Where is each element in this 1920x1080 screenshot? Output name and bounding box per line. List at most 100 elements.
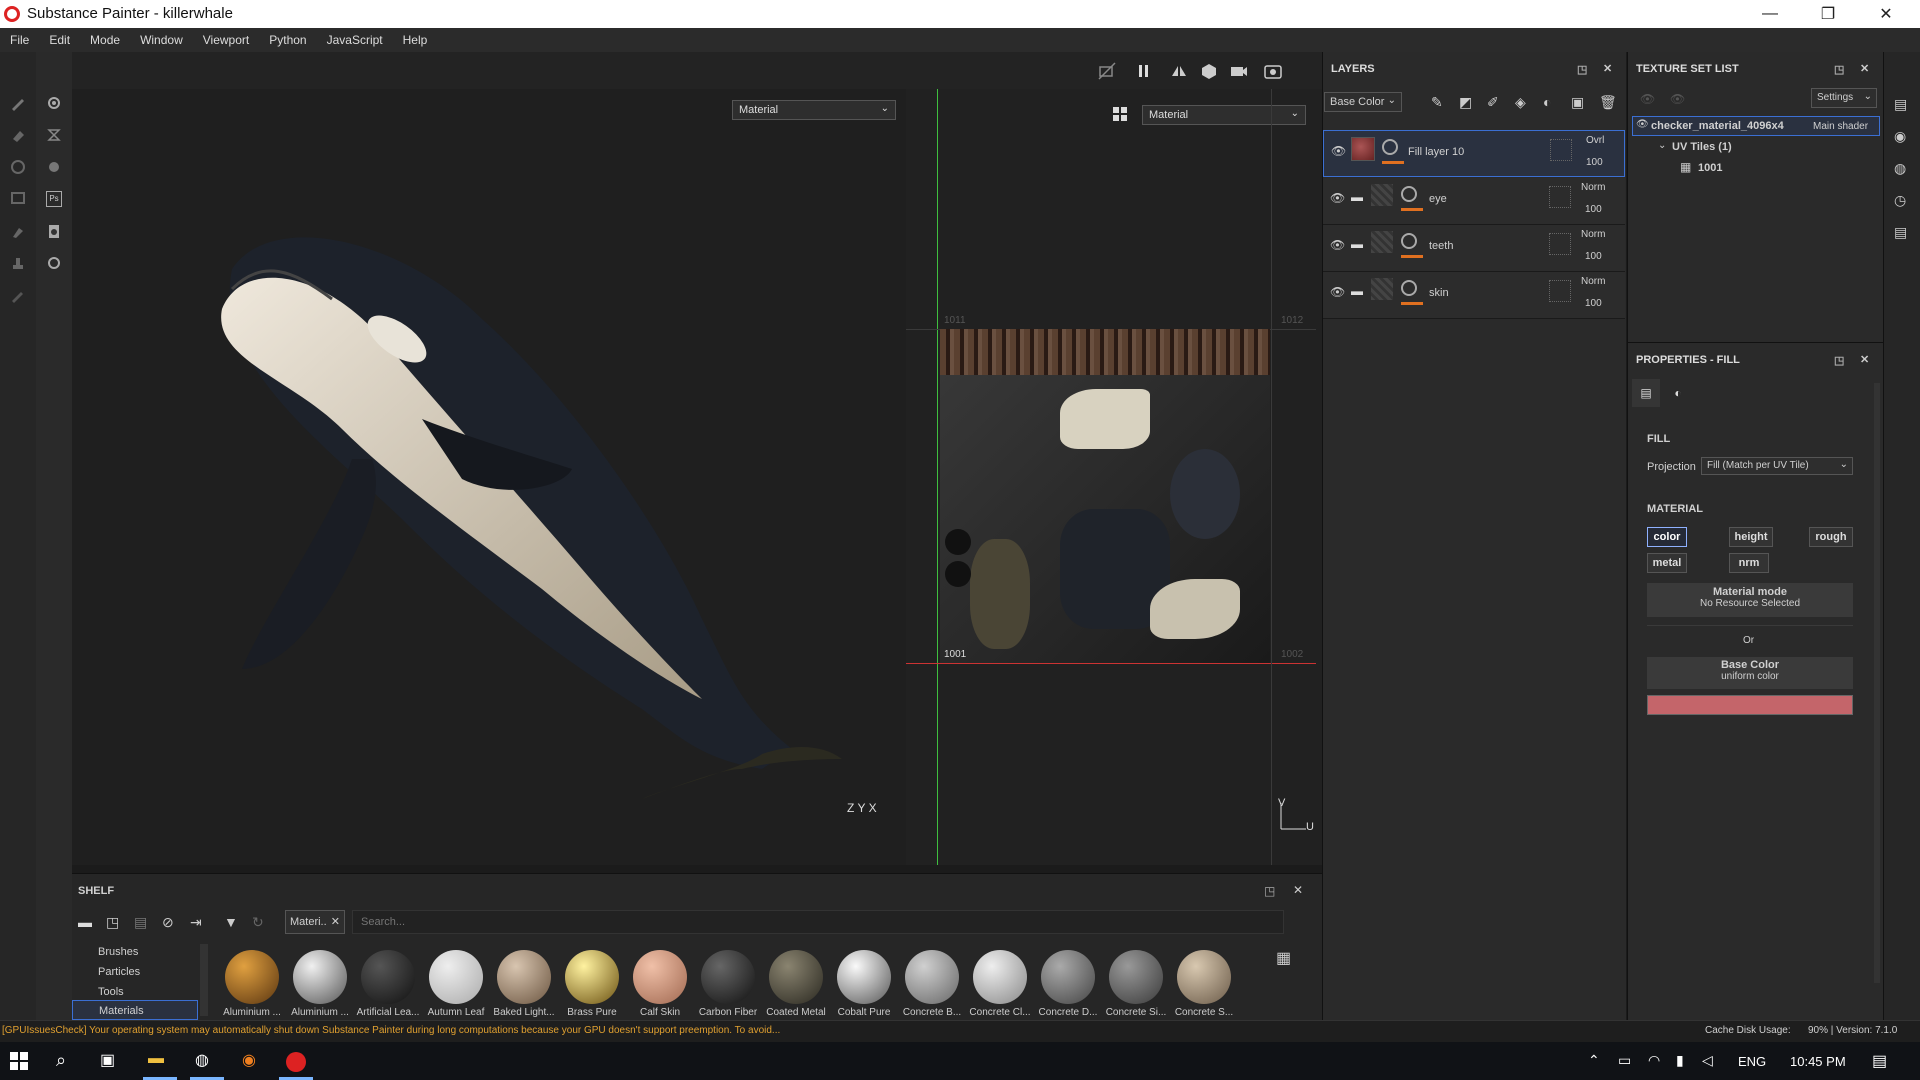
material-thumbnail[interactable]: Brass Pure — [558, 950, 626, 1018]
material-thumbnail[interactable]: Baked Light... — [490, 950, 558, 1018]
channel-nrm-button[interactable]: nrm — [1729, 553, 1769, 573]
blend-mode-dropdown[interactable]: Norm — [1581, 182, 1605, 193]
clone-stamp-icon[interactable] — [7, 252, 29, 274]
task-view-icon[interactable]: ▣ — [100, 1050, 115, 1070]
close-panel-icon[interactable]: ✕ — [1860, 62, 1869, 75]
opacity-value[interactable]: 100 — [1585, 204, 1602, 215]
eye-icon[interactable]: 👁 — [1330, 238, 1345, 252]
material-thumbnail[interactable]: Aluminium ... — [218, 950, 286, 1018]
material-thumbnail[interactable]: Aluminium ... — [286, 950, 354, 1018]
paint-brush-icon[interactable] — [7, 92, 29, 114]
bake-icon[interactable] — [43, 124, 65, 146]
substance-icon[interactable] — [43, 156, 65, 178]
float-panel-icon[interactable]: ◳ — [1577, 63, 1587, 76]
shader-settings-icon[interactable]: ◍ — [1894, 160, 1906, 177]
close-panel-icon[interactable]: ✕ — [1860, 353, 1869, 366]
material-thumbnail[interactable]: Concrete B... — [898, 950, 966, 1018]
photoshop-export-icon[interactable]: Ps — [43, 188, 65, 210]
wifi-icon[interactable]: ◠ — [1648, 1052, 1660, 1069]
device-icon[interactable]: ▭ — [1618, 1052, 1631, 1069]
windows-start-icon[interactable] — [10, 1052, 28, 1070]
tab-material-properties[interactable]: ◐ — [1664, 379, 1692, 407]
texture-set-row[interactable]: 👁 checker_material_4096x4 Main shader — [1632, 116, 1880, 136]
pause-icon[interactable] — [1135, 62, 1153, 80]
viewport-3d-mode-dropdown[interactable]: Material ⌄ — [732, 100, 896, 120]
display-mode-icon[interactable] — [1200, 62, 1218, 80]
reset-filter-icon[interactable]: ↻ — [252, 914, 264, 931]
maximize-button[interactable]: ❐ — [1800, 0, 1856, 28]
channel-color-button[interactable]: color — [1647, 527, 1687, 547]
tab-fill-properties[interactable]: ▤ — [1632, 379, 1660, 407]
blend-mode-dropdown[interactable]: Ovrl — [1586, 135, 1604, 146]
category-scrollbar[interactable] — [200, 944, 208, 1016]
layer-row[interactable]: 👁 Fill layer 10 Ovrl 100 — [1323, 130, 1625, 177]
language-indicator[interactable]: ENG — [1738, 1054, 1766, 1069]
layer-mask-slot[interactable] — [1549, 280, 1571, 302]
channel-height-button[interactable]: height — [1729, 527, 1773, 547]
add-folder-icon[interactable]: ▣ — [1571, 94, 1584, 111]
viewport-2d-mode-dropdown[interactable]: Material ⌄ — [1142, 105, 1306, 125]
collapse-icon[interactable]: ⌄ — [1658, 140, 1666, 151]
color-picker-icon[interactable] — [7, 284, 29, 306]
channel-metal-button[interactable]: metal — [1647, 553, 1687, 573]
substance-painter-taskbar-icon[interactable] — [286, 1052, 306, 1072]
settings-icon[interactable] — [43, 92, 65, 114]
notification-icon[interactable]: ▤ — [1872, 1051, 1887, 1071]
import-icon[interactable]: ⇥ — [190, 914, 202, 931]
settings-dropdown[interactable]: Settings ⌄ — [1811, 88, 1877, 108]
eraser-icon[interactable] — [7, 124, 29, 146]
float-panel-icon[interactable]: ◳ — [1264, 884, 1275, 898]
material-thumbnail[interactable]: Carbon Fiber — [694, 950, 762, 1018]
document-icon[interactable] — [43, 220, 65, 242]
menu-file[interactable]: File — [0, 33, 39, 47]
color-swatch[interactable] — [1647, 695, 1853, 715]
add-smart-material-icon[interactable]: ◐ — [1543, 94, 1551, 110]
display-settings-icon[interactable]: ◉ — [1894, 128, 1906, 145]
layer-mask-slot[interactable] — [1549, 233, 1571, 255]
steam-icon[interactable]: ◍ — [195, 1050, 209, 1070]
add-effect-icon[interactable]: ✎ — [1431, 94, 1443, 111]
history-icon[interactable]: ◷ — [1894, 192, 1906, 209]
close-panel-icon[interactable]: ✕ — [1603, 62, 1612, 75]
material-thumbnail[interactable]: Concrete S... — [1170, 950, 1238, 1018]
delete-layer-icon[interactable]: 🗑 — [1599, 94, 1617, 111]
log-icon[interactable]: ▤ — [1894, 224, 1907, 241]
eye-icon[interactable]: 👁 — [1331, 144, 1346, 158]
volume-icon[interactable]: ◁ — [1702, 1052, 1713, 1069]
blend-mode-dropdown[interactable]: Norm — [1581, 276, 1605, 287]
folder-icon[interactable]: ▬ — [78, 914, 92, 930]
new-tab-icon[interactable]: ◳ — [106, 914, 119, 931]
clock[interactable]: 10:45 PM — [1790, 1054, 1846, 1069]
blend-mode-dropdown[interactable]: Norm — [1581, 229, 1605, 240]
menu-edit[interactable]: Edit — [39, 33, 80, 47]
file-explorer-icon[interactable]: ▬ — [148, 1050, 164, 1068]
filter-tag[interactable]: Materi.. ✕ — [285, 910, 345, 934]
texture-set-settings-icon[interactable]: ▤ — [1894, 96, 1907, 113]
screenshot-icon[interactable] — [1264, 62, 1282, 80]
iray-icon[interactable] — [43, 252, 65, 274]
grid-view-icon[interactable] — [1112, 106, 1128, 122]
panel-scrollbar[interactable] — [1874, 383, 1880, 983]
material-thumbnail[interactable]: Concrete D... — [1034, 950, 1102, 1018]
add-paint-layer-icon[interactable]: ✐ — [1487, 94, 1499, 111]
material-thumbnail[interactable]: Concrete Si... — [1102, 950, 1170, 1018]
layer-row[interactable]: 👁 ▬ teeth Norm 100 — [1323, 225, 1625, 272]
smudge-icon[interactable] — [7, 220, 29, 242]
menu-javascript[interactable]: JavaScript — [317, 33, 393, 47]
camera-icon[interactable] — [1230, 62, 1248, 80]
tray-chevron-icon[interactable]: ⌃ — [1588, 1052, 1600, 1069]
eye-icon[interactable]: 👁 — [1330, 285, 1345, 299]
shelf-search-input[interactable] — [352, 910, 1284, 934]
eye-icon[interactable]: 👁 — [1636, 119, 1649, 130]
blender-icon[interactable]: ◉ — [242, 1050, 256, 1070]
layer-row[interactable]: 👁 ▬ skin Norm 100 — [1323, 272, 1625, 319]
add-fill-layer-icon[interactable]: ◈ — [1515, 94, 1526, 111]
menu-python[interactable]: Python — [259, 33, 316, 47]
hide-camera-icon[interactable] — [1098, 62, 1116, 80]
material-thumbnail[interactable]: Concrete Cl... — [966, 950, 1034, 1018]
material-thumbnail[interactable]: Artificial Lea... — [354, 950, 422, 1018]
float-panel-icon[interactable]: ◳ — [1834, 63, 1844, 76]
menu-viewport[interactable]: Viewport — [193, 33, 259, 47]
viewport-2d-uv[interactable]: Material ⌄ 1011 1012 1001 1002 V U — [906, 89, 1322, 865]
float-panel-icon[interactable]: ◳ — [1834, 354, 1844, 367]
